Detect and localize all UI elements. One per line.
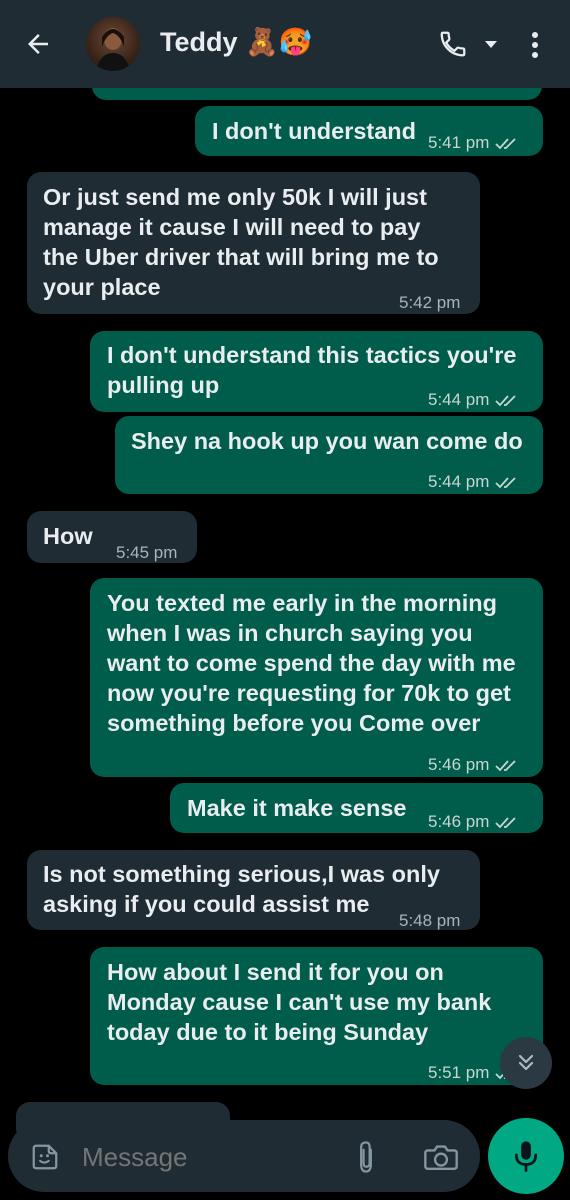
message-text: I don't understand [212, 118, 417, 144]
call-options-dropdown[interactable] [480, 34, 502, 56]
message-time: 5:44 pm [428, 472, 490, 491]
message-meta: 5:46 pm [428, 807, 521, 837]
message-line: asking if you could assist me [43, 891, 370, 917]
message-line: want to come spend the day with me [107, 650, 516, 676]
message-line: You texted me early in the morning [107, 590, 497, 616]
double-check-icon [495, 476, 517, 488]
double-chevron-down-icon [518, 1054, 534, 1071]
message-bubble-outgoing[interactable]: I don't understand 5:41 pm [195, 106, 543, 156]
message-line: when I was in church saying you [107, 620, 473, 646]
message-time: 5:46 pm [428, 812, 490, 831]
message-line: How about I send it for you on [107, 959, 444, 985]
menu-button[interactable] [522, 28, 548, 62]
double-check-icon [495, 394, 517, 406]
contact-name[interactable]: Teddy 🧸🥵 [160, 26, 312, 58]
message-text: Shey na hook up you wan come do [131, 428, 523, 454]
voice-record-button[interactable] [488, 1118, 564, 1194]
message-meta: 5:46 pm [428, 750, 521, 780]
avatar-photo [96, 28, 130, 71]
message-bubble-outgoing[interactable]: I don't understand this tactics you're p… [90, 331, 543, 412]
call-button[interactable] [436, 26, 470, 62]
message-line: Or just send me only 50k I will just [43, 184, 427, 210]
camera-icon [424, 1145, 458, 1170]
message-time: 5:44 pm [428, 390, 490, 409]
chat-header: Teddy 🧸🥵 [0, 0, 570, 88]
double-check-icon [495, 759, 517, 771]
message-bubble-partial [92, 88, 542, 100]
camera-button[interactable] [422, 1138, 460, 1176]
more-vert-icon [532, 32, 538, 58]
message-line: the Uber driver that will bring me to [43, 244, 439, 270]
message-meta: 5:44 pm [428, 385, 521, 415]
message-bubble-incoming[interactable]: How 5:45 pm [27, 511, 197, 563]
caret-down-icon [485, 41, 497, 48]
arrow-back-icon [28, 34, 48, 54]
phone-icon [440, 31, 466, 57]
sticker-icon [32, 1144, 58, 1170]
message-line: manage it cause I will need to pay [43, 214, 421, 240]
message-bubble-incoming[interactable]: Or just send me only 50k I will just man… [27, 172, 480, 314]
message-time: 5:46 pm [428, 755, 490, 774]
message-line: pulling up [107, 372, 220, 398]
message-line: something before you Come over [107, 710, 481, 736]
double-check-icon [495, 816, 517, 828]
message-time: 5:42 pm [399, 293, 461, 312]
avatar[interactable] [86, 17, 140, 71]
double-check-icon [495, 137, 517, 149]
message-time: 5:45 pm [116, 543, 178, 562]
scroll-to-bottom-button[interactable] [500, 1037, 552, 1089]
attach-button[interactable] [348, 1138, 384, 1176]
paperclip-icon [360, 1141, 372, 1173]
message-line: I don't understand this tactics you're [107, 342, 517, 368]
message-meta: 5:41 pm [428, 128, 521, 158]
message-line: Is not something serious,I was only [43, 861, 440, 887]
message-time: 5:41 pm [428, 133, 490, 152]
message-bubble-outgoing[interactable]: How about I send it for you on Monday ca… [90, 947, 543, 1085]
sticker-button[interactable] [28, 1140, 62, 1174]
message-line: now you're requesting for 70k to get [107, 680, 511, 706]
back-button[interactable] [18, 24, 58, 64]
message-list[interactable]: I don't understand 5:41 pm Or just send … [0, 88, 570, 1200]
microphone-icon [514, 1141, 538, 1172]
message-line: today due to it being Sunday [107, 1019, 429, 1045]
message-input[interactable] [80, 1136, 334, 1178]
message-text: How [43, 523, 93, 549]
message-meta: 5:44 pm [428, 467, 521, 497]
message-time: 5:48 pm [399, 911, 461, 930]
message-line: Monday cause I can't use my bank [107, 989, 492, 1015]
message-bubble-outgoing[interactable]: You texted me early in the morning when … [90, 578, 543, 777]
message-line: your place [43, 274, 161, 300]
message-time: 5:51 pm [428, 1063, 490, 1082]
message-bubble-outgoing[interactable]: Make it make sense 5:46 pm [170, 783, 543, 833]
message-bubble-incoming[interactable]: Is not something serious,I was only aski… [27, 850, 480, 930]
message-bubble-outgoing[interactable]: Shey na hook up you wan come do 5:44 pm [115, 416, 543, 494]
message-composer [8, 1120, 480, 1192]
message-text: Make it make sense [187, 795, 407, 821]
